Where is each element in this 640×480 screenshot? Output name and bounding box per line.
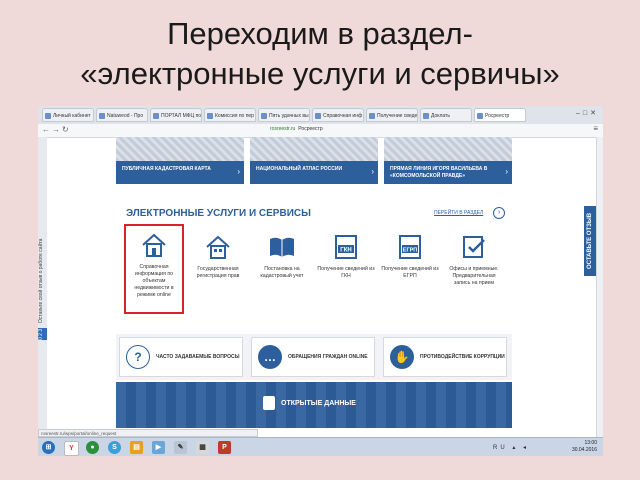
egrp-icon: ЕГРП — [399, 235, 421, 259]
service-label: Государственная регистрация прав — [196, 266, 240, 279]
tools-icon[interactable]: ✎ — [174, 441, 187, 454]
banner-direct-line[interactable]: ПРЯМАЯ ЛИНИЯ ИГОРЯ ВАСИЛЬЕВА В «КОМСОМОЛ… — [384, 137, 512, 184]
house-doc-icon — [206, 235, 230, 259]
banner-label: ПУБЛИЧНАЯ КАДАСТРОВАЯ КАРТА — [116, 161, 244, 184]
svg-text:ЕГРП: ЕГРП — [403, 248, 417, 254]
service-gkn-info[interactable]: ГКН Получение сведений из ГКН — [316, 228, 376, 312]
banner-label: ПРЯМАЯ ЛИНИЯ ИГОРЯ ВАСИЛЬЕВА В «КОМСОМОЛ… — [384, 161, 512, 184]
favicon-icon — [369, 113, 375, 119]
yandex-icon[interactable]: Y — [64, 441, 79, 456]
slide-title: Переходим в раздел- «электронные услуги … — [0, 14, 640, 94]
favicon-icon — [45, 113, 51, 119]
files-icon[interactable]: ▦ — [196, 441, 209, 454]
taskbar: ⊞ Y ● S ▤ ▶ ✎ ▦ P RU ▴ ◂ 13:00 30.04.201… — [38, 437, 603, 456]
start-icon[interactable]: ⊞ — [42, 441, 55, 454]
folder-icon[interactable]: ▤ — [130, 441, 143, 454]
anti-corruption-link[interactable]: ✋ ПРОТИВОДЕЙСТВИЕ КОРРУПЦИИ — [383, 337, 507, 377]
service-label: Справочная информация по объектам недвиж… — [134, 264, 174, 298]
favicon-icon — [315, 113, 321, 119]
favicon-icon — [261, 113, 267, 119]
window-controls[interactable]: –□✕ — [576, 109, 599, 117]
right-feedback-tab[interactable]: ОСТАВЬТЕ ОТЗЫВ — [584, 206, 596, 276]
tray-clock[interactable]: 13:00 30.04.2016 — [572, 440, 597, 454]
skype-icon[interactable]: S — [108, 441, 121, 454]
quicklinks-row: ? ЧАСТО ЗАДАВАЕМЫЕ ВОПРОСЫ … ОБРАЩЕНИЯ Г… — [116, 334, 512, 380]
browser-tab[interactable]: Личный кабинет — [42, 108, 94, 122]
faq-link[interactable]: ? ЧАСТО ЗАДАВАЕМЫЕ ВОПРОСЫ — [119, 337, 243, 377]
browser-tabbar: Личный кабинет Natuweod - Про ПОРТАЛ МФЦ… — [38, 106, 603, 125]
browser-tab[interactable]: Справочная инф — [312, 108, 364, 122]
service-egrp-info[interactable]: ЕГРП Получение сведений из ЕГРП — [380, 228, 440, 312]
browser-tab[interactable]: Комиссия по пер — [204, 108, 256, 122]
book-icon — [270, 237, 294, 257]
chevron-right-icon: › — [237, 167, 240, 176]
status-bar-url: rosreestr.ru/wps/portal/online_request — [38, 429, 258, 437]
gkn-icon: ГКН — [335, 235, 357, 259]
clock-date: 30.04.2016 — [571, 447, 597, 453]
scrollbar[interactable] — [596, 137, 603, 437]
url-site-name: Росреестр — [298, 126, 323, 132]
service-cadastral-registration[interactable]: Постановка на кадастровый учет — [252, 228, 312, 312]
quicklink-label: ОБРАЩЕНИЯ ГРАЖДАН ONLINE — [288, 354, 368, 360]
document-icon — [263, 396, 275, 410]
service-state-registration[interactable]: Государственная регистрация прав — [188, 228, 248, 312]
menu-icon[interactable]: ≡ — [593, 124, 598, 133]
banner-image — [250, 137, 378, 161]
services-title: ЭЛЕКТРОННЫЕ УСЛУГИ И СЕРВИСЫ — [126, 208, 311, 219]
left-counter: 0 2 3 — [38, 328, 47, 340]
goto-section-link[interactable]: ПЕРЕЙТИ В РАЗДЕЛ — [434, 210, 483, 216]
banner-label: НАЦИОНАЛЬНЫЙ АТЛАС РОССИИ — [250, 161, 378, 184]
question-icon: ? — [126, 345, 150, 369]
favicon-icon — [153, 113, 159, 119]
favicon-icon — [423, 113, 429, 119]
url-host: rosreestr.ru — [270, 126, 296, 132]
chevron-right-icon: › — [505, 167, 508, 176]
service-property-info-online[interactable]: Справочная информация по объектам недвиж… — [124, 224, 184, 314]
browser-tab[interactable]: Получение сведе — [366, 108, 418, 122]
check-doc-icon — [463, 236, 485, 258]
service-label: Офисы и приемные. Предварительная запись… — [449, 266, 499, 286]
browser-tab[interactable]: Пять удачных вы — [258, 108, 310, 122]
browser-tab-active[interactable]: Росреестр — [474, 108, 526, 122]
banner-national-atlas[interactable]: НАЦИОНАЛЬНЫЙ АТЛАС РОССИИ › — [250, 137, 378, 184]
house-icon — [142, 233, 166, 257]
slide-title-line2: «электронные услуги и сервичы» — [80, 56, 560, 91]
nav-buttons[interactable]: ←→↻ — [42, 125, 71, 134]
browser-screenshot: Личный кабинет Natuweod - Про ПОРТАЛ МФЦ… — [38, 106, 603, 456]
url-field[interactable]: rosreestr.ru Росреестр — [270, 126, 323, 132]
browser-tab[interactable]: Доклать — [420, 108, 472, 122]
chevron-right-icon[interactable]: › — [493, 207, 505, 219]
citizen-appeals-link[interactable]: … ОБРАЩЕНИЯ ГРАЖДАН ONLINE — [251, 337, 375, 377]
banner-row: ПУБЛИЧНАЯ КАДАСТРОВАЯ КАРТА › НАЦИОНАЛЬН… — [116, 137, 512, 184]
address-bar: ←→↻ rosreestr.ru Росреестр ≡ — [38, 124, 603, 138]
chevron-right-icon: › — [371, 167, 374, 176]
powerpoint-icon[interactable]: P — [218, 441, 231, 454]
open-data-label: ОТКРЫТЫЕ ДАННЫЕ — [281, 400, 356, 407]
banner-image — [116, 137, 244, 161]
service-label: Получение сведений из ГКН — [317, 266, 375, 279]
clock-time: 13:00 — [584, 440, 597, 446]
open-data-banner[interactable]: ОТКРЫТЫЕ ДАННЫЕ — [116, 382, 512, 428]
left-feedback-tab[interactable]: Оставьте свой отзыв о работе сайта — [38, 216, 47, 346]
quicklink-label: ПРОТИВОДЕЙСТВИЕ КОРРУПЦИИ — [420, 354, 505, 360]
browser-tab[interactable]: Natuweod - Про — [96, 108, 148, 122]
chrome-icon[interactable]: ● — [86, 441, 99, 454]
favicon-icon — [477, 113, 483, 119]
service-offices-appointment[interactable]: Офисы и приемные. Предварительная запись… — [444, 228, 504, 312]
svg-text:ГКН: ГКН — [340, 248, 351, 254]
quicklink-label: ЧАСТО ЗАДАВАЕМЫЕ ВОПРОСЫ — [156, 354, 240, 360]
banner-cadastral-map[interactable]: ПУБЛИЧНАЯ КАДАСТРОВАЯ КАРТА › — [116, 137, 244, 184]
tray-icons[interactable]: RU ▴ ◂ — [493, 444, 529, 451]
slide-title-line1: Переходим в раздел- — [167, 16, 473, 51]
media-icon[interactable]: ▶ — [152, 441, 165, 454]
favicon-icon — [207, 113, 213, 119]
service-label: Получение сведений из ЕГРП — [381, 266, 439, 279]
favicon-icon — [99, 113, 105, 119]
hand-icon: ✋ — [390, 345, 414, 369]
service-label: Постановка на кадастровый учет — [260, 266, 304, 279]
banner-image — [384, 137, 512, 161]
browser-tab[interactable]: ПОРТАЛ МФЦ по — [150, 108, 202, 122]
chat-icon: … — [258, 345, 282, 369]
